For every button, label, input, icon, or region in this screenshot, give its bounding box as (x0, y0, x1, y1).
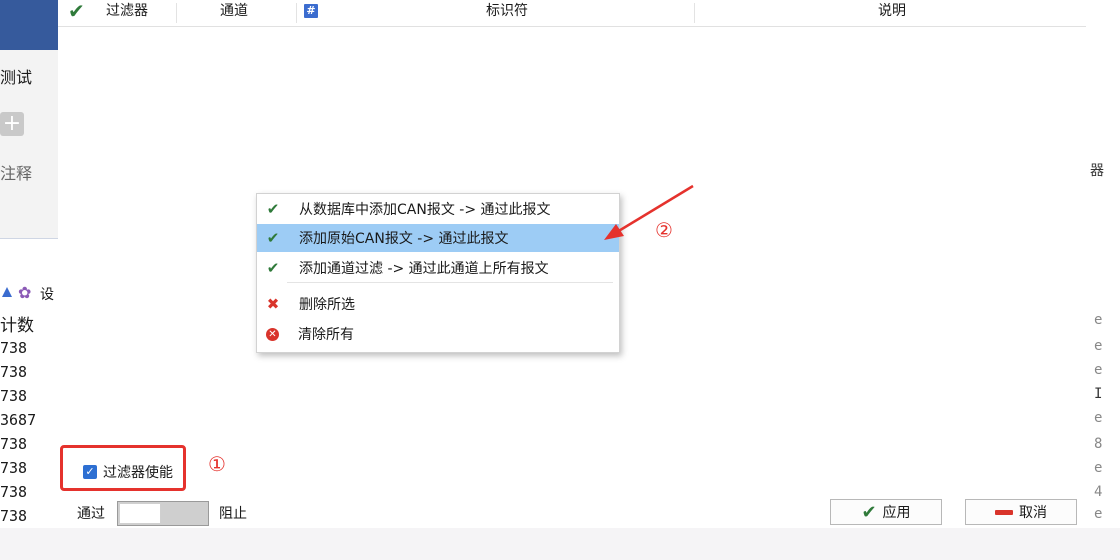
count-value: 738 (0, 507, 28, 525)
filter-enable-checkbox[interactable]: ✓ 过滤器使能 (83, 460, 173, 484)
partial-text: 4 (1094, 484, 1103, 500)
apply-button[interactable]: ✔ 应用 (830, 499, 942, 525)
background-toolbar: ✿ 设 (0, 284, 58, 304)
partial-text: e (1094, 362, 1103, 378)
block-label: 阻止 (219, 506, 247, 522)
background-window-right: 器 e e e I e 8 e 4 e (1086, 0, 1120, 528)
hash-icon: # (304, 4, 318, 18)
count-value: 3687 (0, 411, 37, 429)
ribbon-text-test[interactable]: 测试 (0, 64, 32, 88)
menu-item-label: 添加原始CAN报文 -> 通过此报文 (299, 231, 509, 247)
count-value: 738 (0, 435, 28, 453)
count-value: 738 (0, 387, 28, 405)
toggle-knob[interactable] (119, 503, 161, 524)
ribbon-text-comment[interactable]: 注释 (0, 160, 32, 184)
background-window-left: 测试 + 注释 ✿ 设 计数 738 738 738 3687 738 738 … (0, 0, 58, 528)
count-values: 738 738 738 3687 738 738 738 738 (0, 336, 36, 528)
check-icon: ✔ (861, 501, 877, 523)
cancel-label: 取消 (1019, 505, 1047, 521)
check-icon[interactable]: ✔ (68, 0, 85, 23)
annotation-number-2: ② (655, 218, 673, 242)
count-value: 738 (0, 459, 28, 477)
menu-item-label: 清除所有 (298, 327, 354, 343)
pass-label: 通过 (77, 506, 105, 522)
menu-item-add-raw-can[interactable]: ✔ 添加原始CAN报文 -> 通过此报文 (257, 224, 619, 252)
annotation-number-1: ① (208, 452, 226, 476)
partial-text: e (1094, 460, 1103, 476)
partial-text: e (1094, 312, 1103, 328)
partial-text: I (1094, 386, 1103, 402)
pass-block-toggle[interactable] (117, 501, 209, 526)
gear-icon[interactable]: ✿ (18, 284, 31, 302)
count-value: 738 (0, 339, 28, 357)
menu-item-label: 删除所选 (299, 297, 355, 313)
filter-enable-label: 过滤器使能 (103, 465, 173, 481)
triangle-icon[interactable] (2, 287, 12, 297)
partial-text: 8 (1094, 436, 1103, 452)
count-column-header: 计数 (0, 316, 34, 336)
column-divider[interactable] (296, 3, 297, 23)
minus-icon (995, 509, 1013, 515)
partial-text: e (1094, 506, 1103, 522)
partial-text: e (1094, 338, 1103, 354)
menu-item-label: 添加通道过滤 -> 通过此通道上所有报文 (299, 261, 549, 277)
column-divider[interactable] (694, 3, 695, 23)
menu-separator (287, 282, 613, 283)
apply-label: 应用 (882, 505, 911, 521)
settings-label[interactable]: 设 (40, 284, 54, 304)
checkbox-checked-icon[interactable]: ✓ (83, 465, 97, 479)
menu-item-add-from-database[interactable]: ✔ 从数据库中添加CAN报文 -> 通过此报文 (257, 195, 619, 223)
context-menu: ✔ 从数据库中添加CAN报文 -> 通过此报文 ✔ 添加原始CAN报文 -> 通… (256, 193, 620, 353)
menu-item-add-channel-filter[interactable]: ✔ 添加通道过滤 -> 通过此通道上所有报文 (257, 254, 619, 282)
x-icon: ✖ (266, 295, 280, 313)
check-icon: ✔ (266, 200, 280, 218)
x-circle-icon: ✕ (266, 327, 279, 341)
partial-text: 器 (1090, 163, 1104, 179)
column-header-identifier[interactable]: 标识符 (486, 0, 528, 24)
check-icon: ✔ (266, 259, 280, 277)
menu-item-label: 从数据库中添加CAN报文 -> 通过此报文 (299, 202, 551, 218)
check-icon: ✔ (266, 229, 280, 247)
add-icon[interactable]: + (0, 112, 24, 136)
menu-item-clear-all[interactable]: ✕ 清除所有 (257, 320, 619, 348)
cancel-button[interactable]: 取消 (965, 499, 1077, 525)
count-value: 738 (0, 363, 28, 381)
partial-text: e (1094, 410, 1103, 426)
count-value: 738 (0, 483, 28, 501)
title-band (0, 0, 58, 50)
column-header-description[interactable]: 说明 (878, 0, 906, 24)
column-header-filter[interactable]: 过滤器 (106, 0, 148, 24)
menu-item-delete-selected[interactable]: ✖ 删除所选 (257, 290, 619, 318)
column-divider[interactable] (176, 3, 177, 23)
table-header: ✔ 过滤器 通道 # 标识符 说明 (58, 0, 1086, 27)
column-header-channel[interactable]: 通道 (220, 0, 248, 24)
